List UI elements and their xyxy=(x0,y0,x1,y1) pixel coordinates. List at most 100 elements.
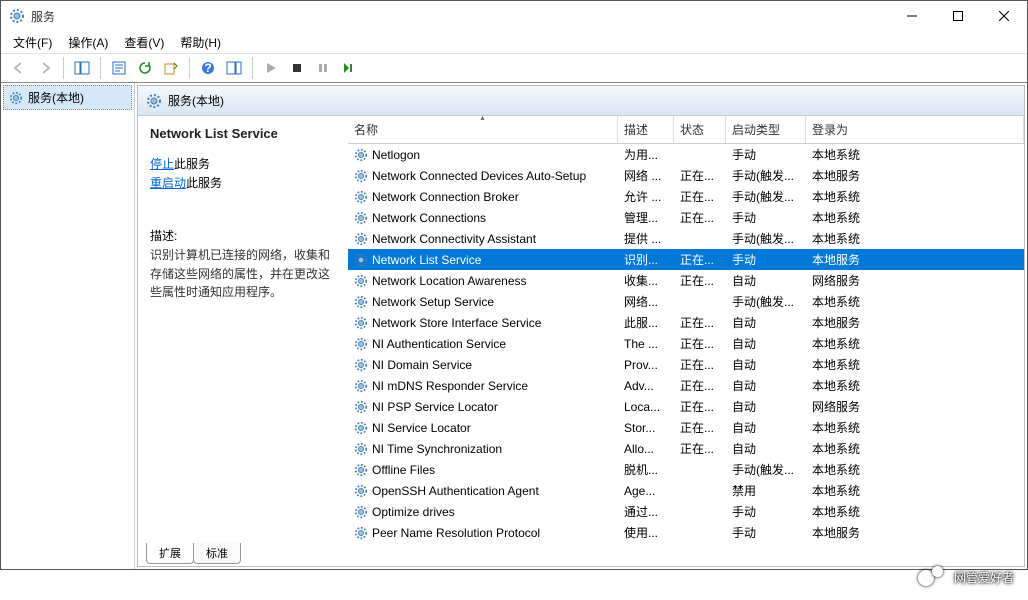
service-row[interactable]: Peer Name Resolution Protocol使用...手动本地服务 xyxy=(348,522,1024,543)
cell-name: Network Connections xyxy=(348,211,618,225)
cell-status: 正在... xyxy=(674,272,726,289)
cell-name: NI PSP Service Locator xyxy=(348,400,618,414)
tab-standard[interactable]: 标准 xyxy=(193,543,241,564)
service-name-text: OpenSSH Authentication Agent xyxy=(372,484,539,498)
services-window: 服务 文件(F) 操作(A) 查看(V) 帮助(H) ? xyxy=(0,0,1028,570)
cell-startup: 自动 xyxy=(726,377,806,394)
cell-logon: 本地系统 xyxy=(806,293,1024,310)
service-list: 名称▴ 描述 状态 启动类型 登录为 Netlogon为用...手动本地系统Ne… xyxy=(348,116,1024,544)
cell-description: 通过... xyxy=(618,503,674,520)
service-row[interactable]: Network Store Interface Service此服...正在..… xyxy=(348,312,1024,333)
wechat-icon xyxy=(918,566,948,588)
cell-startup: 手动(触发... xyxy=(726,188,806,205)
service-row[interactable]: NI mDNS Responder ServiceAdv...正在...自动本地… xyxy=(348,375,1024,396)
svg-text:?: ? xyxy=(204,61,211,75)
cell-name: OpenSSH Authentication Agent xyxy=(348,484,618,498)
gear-icon xyxy=(354,421,368,435)
tree-node-services-local[interactable]: 服务(本地) xyxy=(3,85,132,110)
properties-button[interactable] xyxy=(107,56,131,80)
action-pane-button[interactable] xyxy=(222,56,246,80)
service-row[interactable]: OpenSSH Authentication AgentAge...禁用本地系统 xyxy=(348,480,1024,501)
service-row[interactable]: NI PSP Service LocatorLoca...正在...自动网络服务 xyxy=(348,396,1024,417)
cell-name: Network Store Interface Service xyxy=(348,316,618,330)
service-row[interactable]: NI Authentication ServiceThe ...正在...自动本… xyxy=(348,333,1024,354)
content-header: 服务(本地) xyxy=(138,86,1024,116)
cell-startup: 手动 xyxy=(726,251,806,268)
cell-name: Network Connected Devices Auto-Setup xyxy=(348,169,618,183)
tab-extended[interactable]: 扩展 xyxy=(146,543,194,564)
gear-icon xyxy=(354,463,368,477)
cell-startup: 手动 xyxy=(726,209,806,226)
gear-icon xyxy=(354,316,368,330)
col-status[interactable]: 状态 xyxy=(674,116,726,143)
service-row[interactable]: NI Domain ServiceProv...正在...自动本地系统 xyxy=(348,354,1024,375)
col-startup-type[interactable]: 启动类型 xyxy=(726,116,806,143)
service-row[interactable]: Network Connection Broker允许 ...正在...手动(触… xyxy=(348,186,1024,207)
gear-icon xyxy=(354,442,368,456)
maximize-button[interactable] xyxy=(935,1,981,31)
service-row[interactable]: Netlogon为用...手动本地系统 xyxy=(348,144,1024,165)
minimize-button[interactable] xyxy=(889,1,935,31)
cell-startup: 自动 xyxy=(726,356,806,373)
toolbar-sep-3 xyxy=(189,57,190,79)
titlebar[interactable]: 服务 xyxy=(1,1,1027,31)
close-button[interactable] xyxy=(981,1,1027,31)
service-name-text: Offline Files xyxy=(372,463,435,477)
cell-status: 正在... xyxy=(674,335,726,352)
service-name-text: Network Connected Devices Auto-Setup xyxy=(372,169,586,183)
service-row[interactable]: Offline Files脱机...手动(触发...本地系统 xyxy=(348,459,1024,480)
content-body: Network List Service 停止此服务 重启动此服务 描述: 识别… xyxy=(138,116,1024,544)
menu-file[interactable]: 文件(F) xyxy=(5,32,60,53)
service-row[interactable]: NI Time SynchronizationAllo...正在...自动本地系… xyxy=(348,438,1024,459)
menu-action[interactable]: 操作(A) xyxy=(60,32,116,53)
service-name-text: Network Connections xyxy=(372,211,486,225)
list-header: 名称▴ 描述 状态 启动类型 登录为 xyxy=(348,116,1024,144)
cell-startup: 自动 xyxy=(726,335,806,352)
stop-service-button[interactable] xyxy=(285,56,309,80)
service-name-text: Optimize drives xyxy=(372,505,455,519)
cell-name: Offline Files xyxy=(348,463,618,477)
export-list-button[interactable] xyxy=(159,56,183,80)
cell-startup: 手动(触发... xyxy=(726,461,806,478)
show-hide-tree-button[interactable] xyxy=(70,56,94,80)
cell-logon: 本地服务 xyxy=(806,524,1024,541)
cell-description: 收集... xyxy=(618,272,674,289)
col-logon-as[interactable]: 登录为 xyxy=(806,116,1024,143)
service-row[interactable]: Network Connections管理...正在...手动本地系统 xyxy=(348,207,1024,228)
cell-logon: 本地系统 xyxy=(806,188,1024,205)
cell-logon: 本地系统 xyxy=(806,230,1024,247)
help-button[interactable]: ? xyxy=(196,56,220,80)
col-description[interactable]: 描述 xyxy=(618,116,674,143)
cell-startup: 自动 xyxy=(726,398,806,415)
back-button xyxy=(7,56,31,80)
stop-link[interactable]: 停止 xyxy=(150,157,174,171)
service-row[interactable]: Optimize drives通过...手动本地系统 xyxy=(348,501,1024,522)
service-row[interactable]: Network Connected Devices Auto-Setup 网络 .… xyxy=(348,165,1024,186)
gear-icon xyxy=(354,505,368,519)
restart-service-button[interactable] xyxy=(337,56,361,80)
window-title: 服务 xyxy=(31,8,889,25)
service-name-text: Network Connection Broker xyxy=(372,190,519,204)
cell-description: Stor... xyxy=(618,421,674,435)
service-name-text: Peer Name Resolution Protocol xyxy=(372,526,540,540)
refresh-button[interactable] xyxy=(133,56,157,80)
cell-status: 正在... xyxy=(674,398,726,415)
service-name-text: NI Authentication Service xyxy=(372,337,506,351)
menu-help[interactable]: 帮助(H) xyxy=(172,32,229,53)
cell-name: Network List Service xyxy=(348,253,618,267)
restart-link[interactable]: 重启动 xyxy=(150,176,186,190)
cell-description: 网络 ... xyxy=(618,167,674,184)
cell-name: Peer Name Resolution Protocol xyxy=(348,526,618,540)
menu-view[interactable]: 查看(V) xyxy=(116,32,172,53)
service-row[interactable]: Network Setup Service网络...手动(触发...本地系统 xyxy=(348,291,1024,312)
col-name[interactable]: 名称▴ xyxy=(348,116,618,143)
service-row[interactable]: Network Location Awareness收集...正在...自动网络… xyxy=(348,270,1024,291)
service-row[interactable]: Network List Service识别...正在...手动本地服务 xyxy=(348,249,1024,270)
gear-icon xyxy=(354,295,368,309)
list-rows[interactable]: Netlogon为用...手动本地系统Network Connected Dev… xyxy=(348,144,1024,544)
description-text: 识别计算机已连接的网络，收集和存储这些网络的属性，并在更改这些属性时通知应用程序… xyxy=(150,246,338,302)
cell-name: Network Setup Service xyxy=(348,295,618,309)
service-row[interactable]: Network Connectivity Assistant提供 ...手动(触… xyxy=(348,228,1024,249)
service-row[interactable]: NI Service LocatorStor...正在...自动本地系统 xyxy=(348,417,1024,438)
service-name-text: NI Service Locator xyxy=(372,421,471,435)
